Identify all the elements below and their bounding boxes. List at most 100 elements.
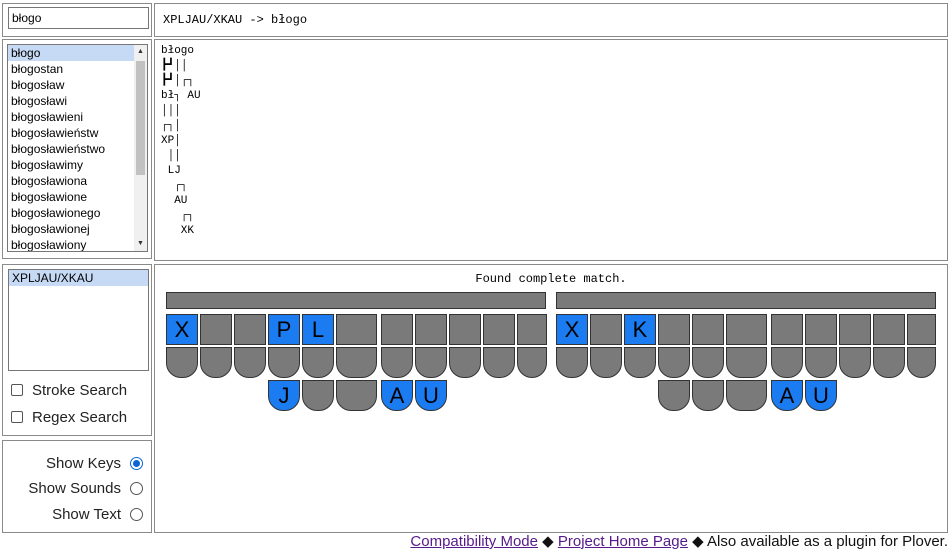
steno-key-top: [517, 314, 547, 345]
word-list-item[interactable]: błogosławionego: [8, 205, 147, 221]
compatibility-mode-link[interactable]: Compatibility Mode: [410, 533, 538, 550]
steno-key-top: [590, 314, 622, 345]
breakdown-tree-panel: błogo ┣┛││ ┣┛│┌┐ bł┐ AU │││ ┌┐│ XP│ ││ L…: [154, 39, 948, 261]
number-bar-left: [166, 292, 546, 309]
steno-key-bottom: [771, 347, 803, 378]
number-bar-right: [556, 292, 936, 309]
word-list-item[interactable]: błogosławiony: [8, 237, 147, 251]
steno-key-vowel-row: U: [805, 380, 837, 411]
steno-key-vowel-row: A: [381, 380, 413, 411]
steno-key-top: [483, 314, 515, 345]
steno-key-bottom: [590, 347, 622, 378]
stroke-search-option[interactable]: Stroke Search: [11, 381, 127, 399]
word-list-item[interactable]: błogosławieństwo: [8, 141, 147, 157]
steno-key-top: [234, 314, 266, 345]
word-list[interactable]: błogo błogostan błogosław błogosławi błogosł…: [7, 44, 148, 252]
steno-key-vowel-row: A: [771, 380, 803, 411]
word-list-panel: błogo błogostan błogosław błogosławi błogosł…: [2, 39, 152, 259]
steno-key-bottom: [658, 347, 690, 378]
show-sounds-label: Show Sounds: [28, 479, 121, 497]
stroke-list[interactable]: XPLJAU/XKAU: [8, 269, 149, 371]
word-list-item[interactable]: błogostan: [8, 61, 147, 77]
steno-key-bottom: [166, 347, 198, 378]
steno-key-bottom: [907, 347, 936, 378]
word-list-item[interactable]: błogo: [8, 45, 147, 61]
result-header-panel: XPLJAU/XKAU -> błogo: [154, 3, 948, 37]
word-list-item[interactable]: błogosławione: [8, 189, 147, 205]
steno-key-bottom: [556, 347, 588, 378]
steno-key-vowel-row: [726, 380, 767, 411]
footer-separator: ◆: [692, 533, 704, 550]
steno-key-top: [771, 314, 803, 345]
steno-key-top: P: [268, 314, 300, 345]
word-list-item[interactable]: błogosławi: [8, 93, 147, 109]
steno-key-bottom: [200, 347, 232, 378]
steno-key-bottom: [302, 347, 334, 378]
regex-search-option[interactable]: Regex Search: [11, 408, 127, 426]
show-sounds-radio[interactable]: [130, 481, 143, 495]
steno-key-top: [658, 314, 690, 345]
show-sounds-option[interactable]: Show Sounds: [28, 479, 143, 497]
steno-key-bottom: [873, 347, 905, 378]
stroke-search-checkbox[interactable]: [11, 384, 23, 396]
word-list-item[interactable]: błogosławieni: [8, 109, 147, 125]
steno-key-vowel-row: U: [415, 380, 447, 411]
steno-key-bottom: [336, 347, 377, 378]
steno-key-vowel-row: [692, 380, 724, 411]
steno-key-top: [726, 314, 767, 345]
steno-key-bottom: [268, 347, 300, 378]
scroll-down-arrow-icon[interactable]: ▼: [134, 237, 147, 251]
word-list-item[interactable]: błogosław: [8, 77, 147, 93]
steno-key-vowel-row: [302, 380, 334, 411]
regex-search-label: Regex Search: [32, 408, 128, 426]
word-list-item[interactable]: błogosławieństw: [8, 125, 147, 141]
steno-key-bottom: [234, 347, 266, 378]
steno-key-vowel-row: J: [268, 380, 300, 411]
steno-key-bottom: [839, 347, 871, 378]
steno-key-top: [336, 314, 377, 345]
steno-key-top: [907, 314, 936, 345]
steno-key-vowel-row: [336, 380, 377, 411]
steno-key-top: [200, 314, 232, 345]
status-message: Found complete match.: [475, 272, 627, 286]
steno-board-panel: Found complete match. XPLJAUXKAU: [154, 264, 948, 533]
steno-key-bottom: [483, 347, 515, 378]
steno-key-bottom: [726, 347, 767, 378]
stroke-search-label: Stroke Search: [32, 381, 128, 399]
breakdown-tree: błogo ┣┛││ ┣┛│┌┐ bł┐ AU │││ ┌┐│ XP│ ││ L…: [161, 45, 201, 237]
project-home-page-link[interactable]: Project Home Page: [558, 533, 688, 550]
footer-separator: ◆: [542, 533, 554, 550]
word-list-scrollbar[interactable]: ▲ ▼: [134, 45, 147, 251]
steno-key-bottom: [624, 347, 656, 378]
steno-key-top: [805, 314, 837, 345]
scroll-thumb[interactable]: [136, 61, 145, 175]
strokes-panel: XPLJAU/XKAU Stroke Search Regex Search: [2, 264, 152, 436]
show-keys-label: Show Keys: [45, 454, 121, 472]
steno-key-top: [449, 314, 481, 345]
search-input[interactable]: [8, 7, 149, 29]
show-keys-option[interactable]: Show Keys: [46, 454, 143, 472]
stroke-list-item[interactable]: XPLJAU/XKAU: [9, 270, 148, 286]
display-options-panel: Show Keys Show Sounds Show Text: [2, 440, 152, 533]
show-text-option[interactable]: Show Text: [52, 505, 143, 523]
search-panel: [2, 3, 152, 37]
steno-key-bottom: [415, 347, 447, 378]
steno-key-top: [873, 314, 905, 345]
steno-key-bottom: [692, 347, 724, 378]
show-text-radio[interactable]: [130, 507, 143, 521]
scroll-up-arrow-icon[interactable]: ▲: [134, 45, 147, 59]
word-list-item[interactable]: błogosławimy: [8, 157, 147, 173]
steno-key-top: X: [166, 314, 198, 345]
steno-key-top: K: [624, 314, 656, 345]
result-header-text: XPLJAU/XKAU -> błogo: [163, 13, 308, 27]
regex-search-checkbox[interactable]: [11, 411, 23, 423]
steno-key-bottom: [517, 347, 547, 378]
word-list-item[interactable]: błogosławiona: [8, 173, 147, 189]
steno-key-vowel-row: [658, 380, 690, 411]
show-text-label: Show Text: [52, 505, 121, 523]
word-list-item[interactable]: błogosławionej: [8, 221, 147, 237]
footer: Compatibility Mode ◆ Project Home Page ◆…: [410, 532, 948, 550]
steno-key-top: [381, 314, 413, 345]
steno-key-top: L: [302, 314, 334, 345]
show-keys-radio[interactable]: [130, 456, 143, 470]
